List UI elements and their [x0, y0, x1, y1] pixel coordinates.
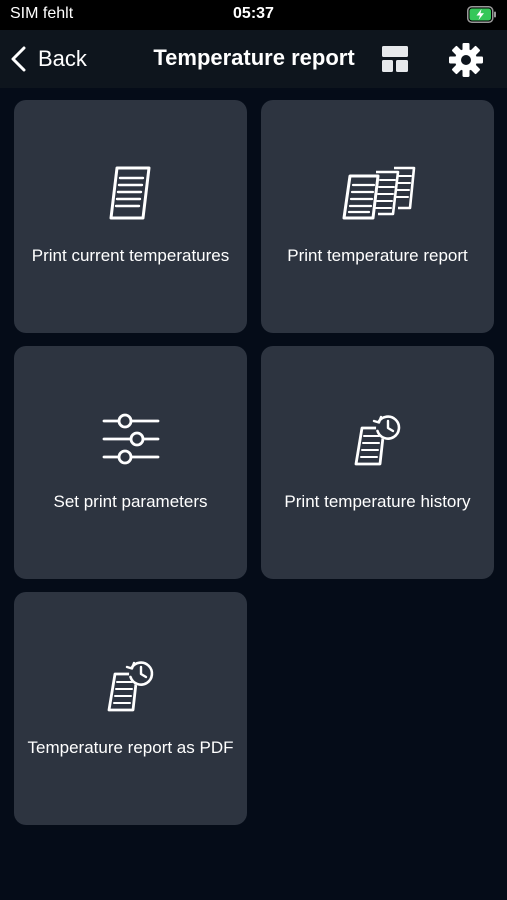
battery-charging-icon	[467, 6, 496, 23]
set-print-parameters-tile[interactable]: Set print parameters	[14, 346, 247, 579]
status-bar: SIM fehlt 05:37	[0, 0, 507, 30]
temperature-report-pdf-tile[interactable]: Temperature report as PDF	[14, 592, 247, 825]
tile-label: Print current temperatures	[31, 246, 230, 265]
sliders-icon	[102, 413, 159, 465]
navigation-bar: Back Temperature report	[0, 30, 507, 88]
layout-icon[interactable]	[380, 44, 410, 74]
gear-icon[interactable]	[446, 40, 486, 80]
print-temperature-history-tile[interactable]: Print temperature history	[261, 346, 494, 579]
tile-label: Print temperature history	[284, 492, 471, 511]
clock-text: 05:37	[233, 5, 274, 22]
back-label: Back	[38, 46, 87, 71]
document-history-icon	[354, 415, 400, 466]
print-current-temperatures-tile[interactable]: Print current temperatures	[14, 100, 247, 333]
page-title: Temperature report	[153, 45, 355, 70]
chevron-left-icon	[11, 46, 26, 72]
tile-label: Set print parameters	[53, 492, 208, 511]
document-icon	[109, 166, 150, 220]
documents-stack-icon	[342, 166, 415, 220]
app-screen: SIM fehlt 05:37 Back Temperature report	[0, 0, 507, 900]
print-temperature-report-tile[interactable]: Print temperature report	[261, 100, 494, 333]
back-button[interactable]: Back	[10, 42, 87, 76]
tile-label: Print temperature report	[287, 246, 468, 265]
tile-label: Temperature report as PDF	[27, 738, 234, 757]
document-history-icon	[107, 661, 153, 712]
